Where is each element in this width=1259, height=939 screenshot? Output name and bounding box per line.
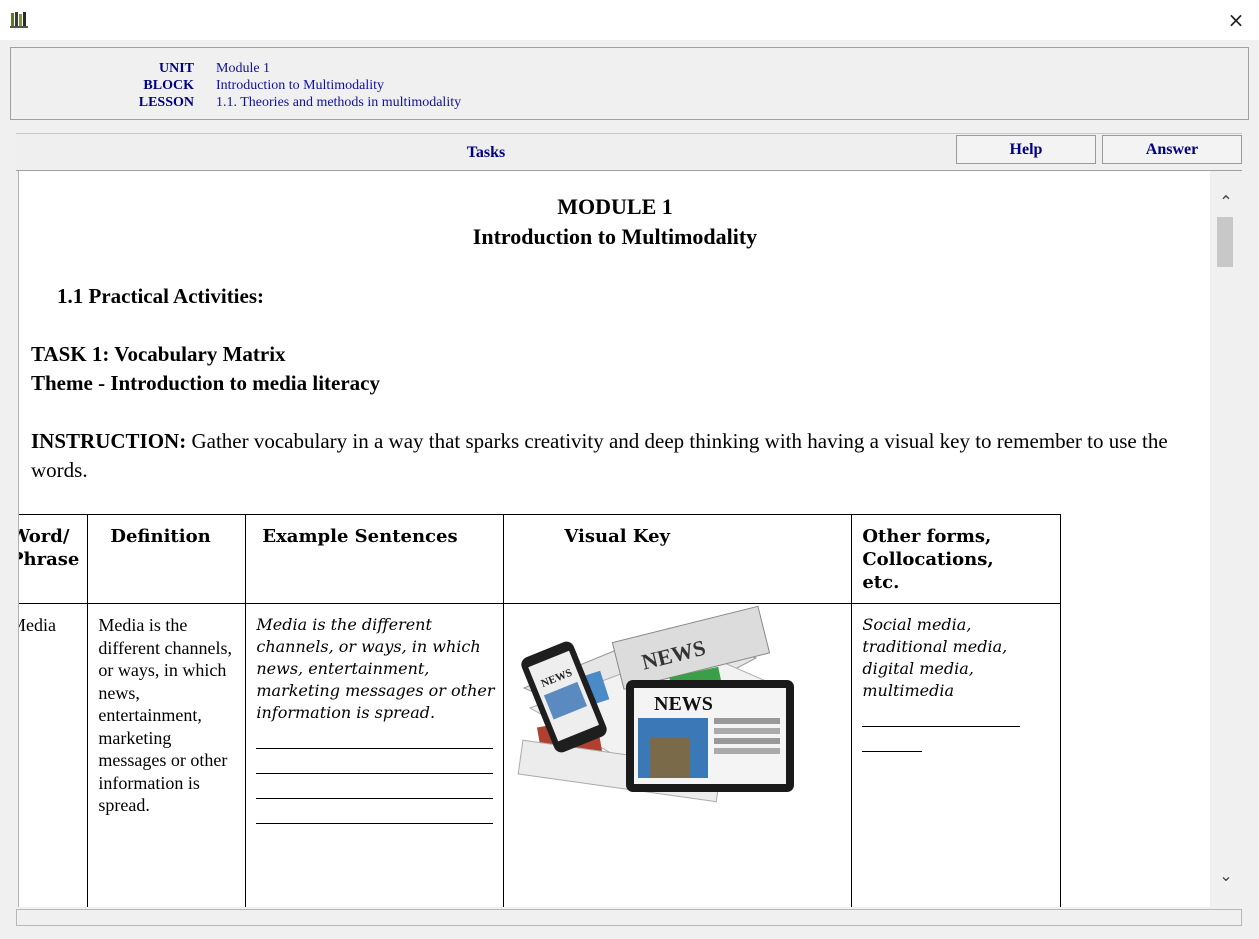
block-label: BLOCK [143,78,194,93]
table-header-row: Word/ Phrase Definition Example Sentence… [19,514,1062,604]
chevron-down-icon: ⌄ [1219,865,1233,885]
cell-other-forms: Social media, traditional media, digital… [851,603,1062,907]
cell-example: Media is the different channels, or ways… [245,603,505,907]
scroll-thumb[interactable] [1217,217,1233,267]
chevron-up-icon: ⌃ [1219,191,1233,211]
lesson-info-panel: UNIT Module 1 BLOCK Introduction to Mult… [10,47,1249,120]
lesson-value: 1.1. Theories and methods in multimodali… [216,95,462,110]
cell-definition: Media is the different channels, or ways… [87,603,247,907]
practical-heading: 1.1 Practical Activities: [57,284,265,308]
module-title: MODULE 1 [557,194,673,219]
vertical-scrollbar[interactable]: ⌃ ⌄ [1210,171,1242,907]
block-row: BLOCK Introduction to Multimodality [11,77,1241,94]
status-bar [16,909,1242,926]
scroll-up-button[interactable]: ⌃ [1210,187,1242,215]
answer-lines [247,724,503,824]
header-word-phrase: Word/ Phrase [19,514,89,604]
unit-value: Module 1 [216,61,271,76]
header-example-sentences: Example Sentences [245,514,505,604]
lesson-label: LESSON [138,95,194,110]
theme-heading: Theme - Introduction to media literacy [31,371,380,395]
header-other-forms: Other forms, Collocations, etc. [851,514,1062,604]
module-subtitle: Introduction to Multimodality [472,224,758,249]
task-toolbar: Tasks Help Answer [16,133,1242,171]
unit-label: UNIT [158,61,194,76]
vocabulary-matrix: Word/ Phrase Definition Example Sentence… [19,514,1062,907]
book-icon [10,10,28,28]
news-media-image: NEWS NEWS NEWS [517,605,795,803]
scroll-down-button[interactable]: ⌄ [1210,861,1242,889]
close-icon: × [1227,8,1245,32]
tablet-headline: NEWS [654,693,713,715]
close-button[interactable]: × [1213,0,1259,40]
unit-row: UNIT Module 1 [11,60,1241,77]
cell-visual-key: NEWS NEWS NEWS [503,603,853,907]
table-row: Media Media is the different channels, o… [19,603,1062,907]
cell-word: Media [19,603,89,907]
block-value: Introduction to Multimodality [216,78,384,93]
help-button[interactable]: Help [956,135,1096,164]
header-definition: Definition [87,514,247,604]
instruction-text: Gather vocabulary in a way that sparks c… [31,429,1168,482]
tab-tasks[interactable]: Tasks [16,134,956,171]
header-visual-key: Visual Key [503,514,853,604]
instruction-label: INSTRUCTION: [31,429,187,453]
other-answer-lines [853,702,1060,752]
lesson-row: LESSON 1.1. Theories and methods in mult… [11,94,1241,111]
title-bar: × [0,0,1259,40]
document-view[interactable]: MODULE 1 Introduction to Multimodality 1… [18,171,1211,907]
task-title: TASK 1: Vocabulary Matrix [31,342,286,366]
instruction-paragraph: INSTRUCTION: Gather vocabulary in a way … [31,427,1201,485]
answer-button[interactable]: Answer [1102,135,1242,164]
